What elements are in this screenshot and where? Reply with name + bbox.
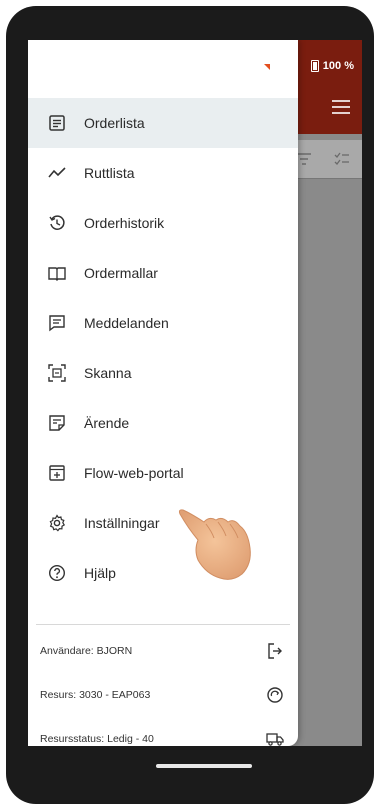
- corner-marker-icon: [264, 64, 270, 70]
- menu-item-ordermallar[interactable]: Ordermallar: [28, 248, 298, 298]
- resource-row: Resurs: 3030 - EAP063: [40, 686, 284, 704]
- menu-item-label: Orderhistorik: [84, 215, 165, 231]
- pointing-hand-icon: [178, 509, 251, 580]
- list-icon: [48, 114, 66, 132]
- user-label: Användare: BJORN: [40, 645, 133, 657]
- resource-status-label: Resursstatus: Ledig - 40: [40, 733, 154, 745]
- home-indicator[interactable]: [156, 764, 252, 768]
- phone-frame: 100 % Orderlista Ruttlista Orderhistorik…: [6, 6, 374, 804]
- menu-item-orderlista[interactable]: Orderlista: [28, 98, 298, 148]
- history-icon: [48, 214, 66, 232]
- hamburger-menu-icon[interactable]: [332, 100, 350, 114]
- battery-level: 100 %: [322, 60, 354, 72]
- menu-item-label: Ordermallar: [84, 265, 158, 281]
- menu-item-orderhistorik[interactable]: Orderhistorik: [28, 198, 298, 248]
- scan-icon: [48, 364, 66, 382]
- filter-icon[interactable]: [296, 152, 312, 166]
- menu-item-arende[interactable]: Ärende: [28, 398, 298, 448]
- checklist-icon[interactable]: [334, 152, 350, 166]
- book-icon: [48, 264, 66, 282]
- menu-item-label: Skanna: [84, 365, 132, 381]
- menu-item-label: Inställningar: [84, 515, 160, 531]
- resource-label: Resurs: 3030 - EAP063: [40, 689, 151, 701]
- menu-item-label: Meddelanden: [84, 315, 169, 331]
- route-icon: [48, 164, 66, 182]
- refresh-icon[interactable]: [266, 686, 284, 704]
- status-bar: 100 %: [310, 60, 354, 72]
- menu-item-flow-web-portal[interactable]: Flow-web-portal: [28, 448, 298, 498]
- menu-item-meddelanden[interactable]: Meddelanden: [28, 298, 298, 348]
- message-icon: [48, 314, 66, 332]
- menu-item-label: Flow-web-portal: [84, 465, 184, 481]
- screen: 100 % Orderlista Ruttlista Orderhistorik…: [28, 40, 362, 776]
- note-icon: [48, 414, 66, 432]
- menu-item-label: Orderlista: [84, 115, 145, 131]
- drawer-header: [28, 40, 298, 98]
- gear-icon: [48, 514, 66, 532]
- menu-item-skanna[interactable]: Skanna: [28, 348, 298, 398]
- battery-icon: [310, 60, 319, 72]
- portal-icon: [48, 464, 66, 482]
- menu-item-ruttlista[interactable]: Ruttlista: [28, 148, 298, 198]
- menu-item-label: Ruttlista: [84, 165, 135, 181]
- navigation-drawer: Orderlista Ruttlista Orderhistorik Order…: [28, 40, 298, 746]
- menu-item-label: Hjälp: [84, 565, 116, 581]
- system-navigation-bar: [28, 746, 362, 776]
- user-row: Användare: BJORN: [40, 642, 284, 660]
- menu-item-label: Ärende: [84, 415, 130, 431]
- help-icon: [48, 564, 66, 582]
- logout-icon[interactable]: [266, 642, 284, 660]
- divider: [36, 624, 290, 625]
